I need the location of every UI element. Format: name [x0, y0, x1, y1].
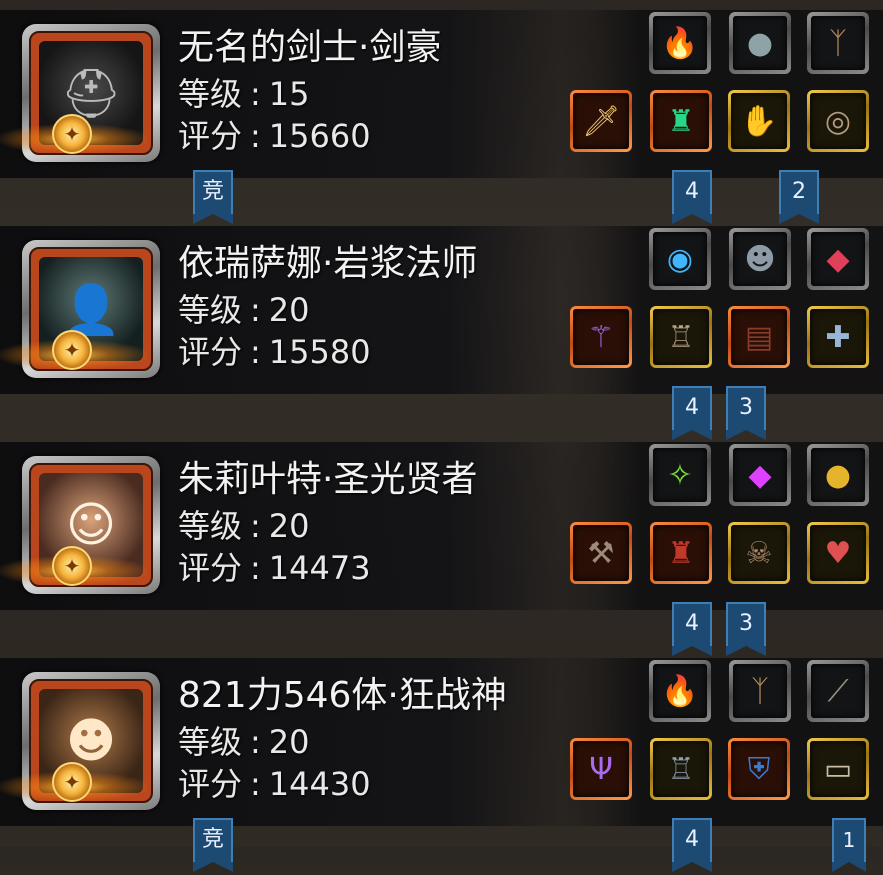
hero-score: 评分:15660: [178, 117, 371, 155]
item-count-ribbon: 3: [726, 386, 766, 440]
hero-name: 朱莉叶特·圣光贤者: [178, 459, 478, 500]
star-emblem-icon: ✦: [52, 114, 92, 154]
fire-orb-icon[interactable]: 🔥: [649, 660, 711, 722]
star-emblem-icon: ✦: [52, 762, 92, 802]
sword-icon[interactable]: 🗡: [570, 90, 632, 152]
armor-icon[interactable]: ♜: [650, 90, 712, 152]
golden-apple-icon[interactable]: ●: [807, 444, 869, 506]
blue-shield-icon[interactable]: ⛨: [728, 738, 790, 800]
hero-level: 等级:20: [178, 291, 310, 329]
item-count-ribbon: 2: [779, 170, 819, 224]
stone-icon[interactable]: ●: [729, 12, 791, 74]
trident-icon[interactable]: Ψ: [570, 738, 632, 800]
star-emblem-icon: ✦: [52, 546, 92, 586]
item-count-ribbon: 4: [672, 818, 712, 872]
bracer-icon[interactable]: ⟋: [807, 660, 869, 722]
gauntlet-icon[interactable]: ✋: [728, 90, 790, 152]
hero-level: 等级:20: [178, 507, 310, 545]
item-count-ribbon: 4: [672, 386, 712, 440]
arena-badge: 竞: [193, 818, 233, 872]
hero-name: 821力546体·狂战神: [178, 675, 507, 716]
hero-name: 依瑞萨娜·岩浆法师: [178, 243, 478, 284]
antler-icon[interactable]: ᛉ: [807, 12, 869, 74]
item-count-ribbon: 1: [832, 818, 866, 872]
fire-orb-icon[interactable]: 🔥: [649, 12, 711, 74]
hero-level: 等级:15: [178, 75, 310, 113]
item-count-ribbon: 3: [726, 602, 766, 656]
skull-mask-icon[interactable]: ☠: [728, 522, 790, 584]
hero-name: 无名的剑士·剑豪: [178, 27, 442, 68]
item-count-ribbon: 4: [672, 170, 712, 224]
red-gem-icon[interactable]: ◆: [807, 228, 869, 290]
hero-card[interactable]: ☺ ✦ 朱莉叶特·圣光贤者 等级:20 评分:14473 ✧ ◆ ● ⚒ ♜ ☠…: [0, 442, 883, 659]
bracelet-icon[interactable]: ▭: [807, 738, 869, 800]
purple-gem-icon[interactable]: ◆: [729, 444, 791, 506]
book-icon[interactable]: ▤: [728, 306, 790, 368]
mask-icon[interactable]: ☻: [729, 228, 791, 290]
hero-card[interactable]: ⛑ ✦ 无名的剑士·剑豪 等级:15 评分:15660 🔥 ● ᛉ 🗡 ♜ ✋ …: [0, 10, 883, 227]
hero-card[interactable]: ☻ ✦ 821力546体·狂战神 等级:20 评分:14430 🔥 ᛉ ⟋ Ψ …: [0, 658, 883, 875]
mace-icon[interactable]: ⚒: [570, 522, 632, 584]
hero-score: 评分:14473: [178, 549, 371, 587]
ring-icon[interactable]: ◎: [807, 90, 869, 152]
hero-card[interactable]: 👤 ✦ 依瑞萨娜·岩浆法师 等级:20 评分:15580 ◉ ☻ ◆ ⚚ ♖ ▤…: [0, 226, 883, 443]
robe-icon[interactable]: ♖: [650, 306, 712, 368]
antler-icon[interactable]: ᛉ: [729, 660, 791, 722]
green-crystal-icon[interactable]: ✧: [649, 444, 711, 506]
hero-score: 评分:15580: [178, 333, 371, 371]
arena-badge: 竞: [193, 170, 233, 224]
staff-icon[interactable]: ⚚: [570, 306, 632, 368]
heart-necklace-icon[interactable]: ♥: [807, 522, 869, 584]
star-emblem-icon: ✦: [52, 330, 92, 370]
item-count-ribbon: 4: [672, 602, 712, 656]
amulet-icon[interactable]: ✚: [807, 306, 869, 368]
blue-orb-icon[interactable]: ◉: [649, 228, 711, 290]
hero-score: 评分:14430: [178, 765, 371, 803]
cloak-icon[interactable]: ♜: [650, 522, 712, 584]
chest-armor-icon[interactable]: ♖: [650, 738, 712, 800]
hero-level: 等级:20: [178, 723, 310, 761]
